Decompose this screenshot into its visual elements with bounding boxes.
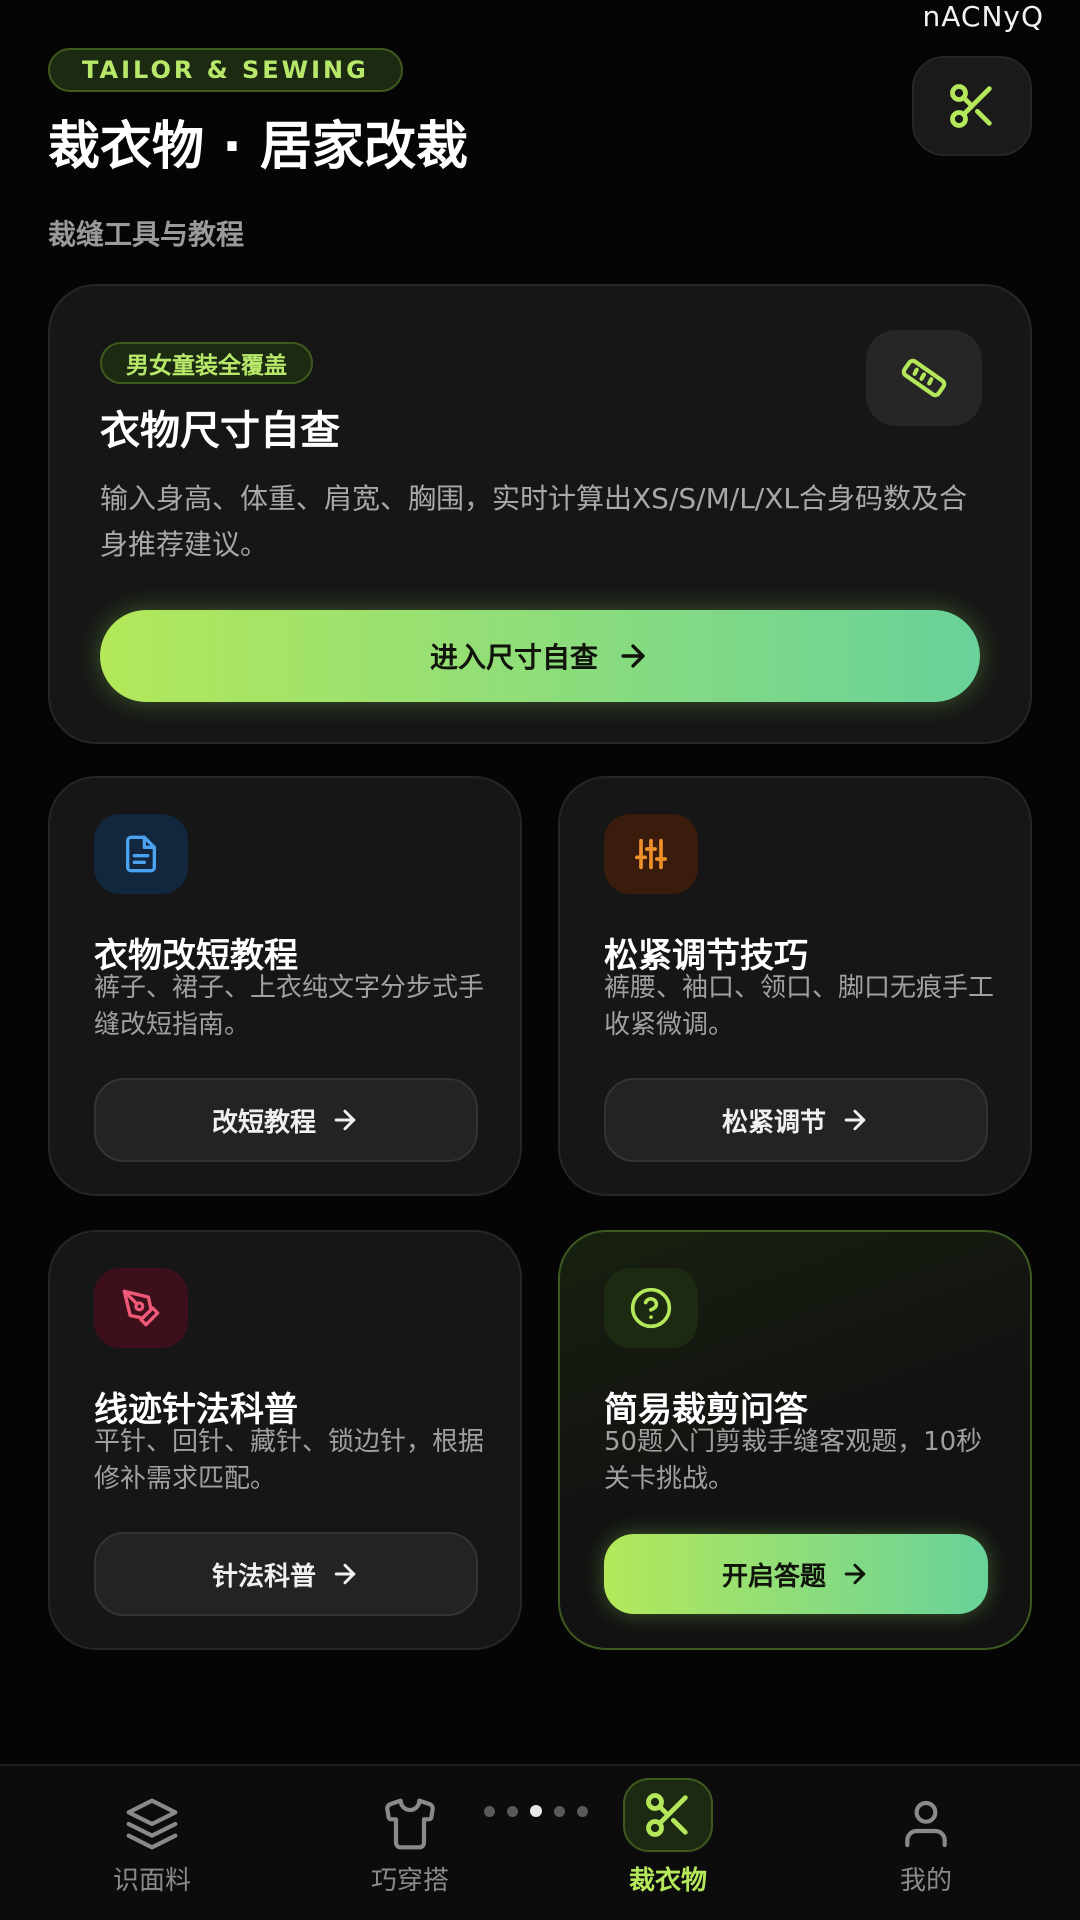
button-label: 开启答题 (721, 1561, 826, 1592)
tightness-adjust-card: 松紧调节技巧 裤腰、袖口、领口、脚口无痕手工收紧微调。 松紧调节 (558, 776, 1032, 1196)
card-description: 裤子、裙子、上衣纯文字分步式手缝改短指南。 (94, 973, 485, 1040)
card-description: 裤腰、袖口、领口、脚口无痕手工收紧微调。 (604, 973, 995, 1040)
scissors-button[interactable] (912, 56, 1032, 156)
category-tag: TAILOR & SEWING (48, 48, 403, 92)
layers-icon (126, 1798, 178, 1850)
nav-item-outfit[interactable]: 巧穿搭 (310, 1796, 510, 1897)
nav-item-profile[interactable]: 我的 (826, 1796, 1026, 1897)
page-subtitle: 裁缝工具与教程 (48, 218, 245, 251)
arrow-right-icon (844, 1109, 866, 1131)
nav-item-fabric[interactable]: 识面料 (52, 1796, 252, 1897)
question-circle-icon (604, 1268, 698, 1348)
device-label: nACNyQ (922, 0, 1044, 33)
page-title: 裁衣物 · 居家改裁 (48, 117, 468, 177)
card-description: 平针、回针、藏针、锁边针，根据修补需求匹配。 (94, 1427, 485, 1494)
tshirt-icon (385, 1798, 435, 1850)
stitch-guide-button[interactable]: 针法科普 (94, 1532, 478, 1616)
scissors-icon (950, 84, 992, 128)
tightness-adjust-button[interactable]: 松紧调节 (604, 1078, 988, 1162)
card-description: 50题入门剪裁手缝客观题，10秒关卡挑战。 (604, 1427, 983, 1494)
stitch-guide-card: 线迹针法科普 平针、回针、藏针、锁边针，根据修补需求匹配。 针法科普 (48, 1230, 522, 1650)
arrow-right-icon (334, 1109, 356, 1131)
arrow-right-icon (621, 644, 645, 668)
enter-size-check-label: 进入尺寸自查 (429, 641, 598, 674)
ruler-icon (866, 330, 982, 426)
cutting-quiz-card: 简易裁剪问答 50题入门剪裁手缝客观题，10秒关卡挑战。 开启答题 (558, 1230, 1032, 1650)
bottom-nav: 识面料 巧穿搭 裁衣物 我的 (0, 1764, 1080, 1920)
arrow-right-icon (334, 1563, 356, 1585)
pen-nib-icon (94, 1268, 188, 1348)
shorten-tutorial-button[interactable]: 改短教程 (94, 1078, 478, 1162)
scissors-icon (623, 1778, 713, 1852)
nav-label: 裁衣物 (628, 1866, 707, 1896)
nav-label: 我的 (899, 1866, 952, 1896)
shorten-tutorial-card: 衣物改短教程 裤子、裙子、上衣纯文字分步式手缝改短指南。 改短教程 (48, 776, 522, 1196)
size-check-title: 衣物尺寸自查 (100, 408, 340, 454)
page-dot (484, 1805, 495, 1817)
page-dot (577, 1805, 588, 1817)
nav-label: 巧穿搭 (370, 1866, 449, 1896)
nav-label: 识面料 (112, 1866, 191, 1896)
page-dot (507, 1805, 518, 1817)
button-label: 改短教程 (211, 1107, 316, 1138)
size-check-card: 男女童装全覆盖 衣物尺寸自查 输入身高、体重、肩宽、胸围，实时计算出XS/S/M… (48, 284, 1032, 744)
page-indicator (484, 1805, 588, 1817)
button-label: 针法科普 (211, 1561, 316, 1592)
page-dot (530, 1805, 542, 1817)
button-label: 松紧调节 (721, 1107, 826, 1138)
sliders-icon (604, 814, 698, 894)
enter-size-check-button[interactable]: 进入尺寸自查 (100, 610, 980, 702)
document-icon (94, 814, 188, 894)
start-quiz-button[interactable]: 开启答题 (604, 1534, 988, 1614)
page-dot (554, 1805, 565, 1817)
nav-item-tailor[interactable]: 裁衣物 (568, 1778, 768, 1897)
arrow-right-icon (844, 1563, 866, 1585)
size-check-description: 输入身高、体重、肩宽、胸围，实时计算出XS/S/M/L/XL合身码数及合身推荐建… (100, 482, 968, 561)
coverage-badge: 男女童装全覆盖 (100, 342, 313, 384)
user-icon (905, 1800, 947, 1848)
